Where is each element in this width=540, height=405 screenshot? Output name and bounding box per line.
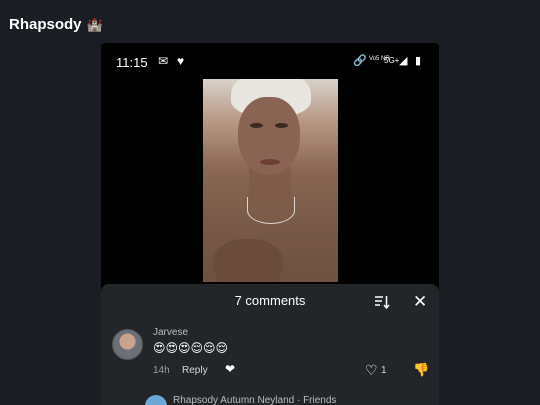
video-frame[interactable] bbox=[203, 79, 338, 282]
comments-sheet: 7 comments ✕ Jarvese 😍😍😍😌😌😌 14h Reply ❤ … bbox=[101, 284, 439, 405]
phone-screenshot[interactable]: 11:15 ✉ ♥ 🔗 Vo5 NR 5G+ ◢ ▮ 7 comments ✕ … bbox=[101, 43, 439, 405]
status-time: 11:15 bbox=[116, 55, 148, 70]
right-eye-shape bbox=[275, 123, 288, 128]
sort-icon[interactable] bbox=[374, 294, 390, 310]
lips-shape bbox=[260, 159, 280, 165]
left-eye-shape bbox=[250, 123, 263, 128]
post-title: Rhapsody 🏰 bbox=[9, 16, 103, 33]
signal-5g-label: 5G+ bbox=[384, 56, 400, 65]
dislike-icon[interactable]: 👎 bbox=[413, 362, 429, 378]
reply-avatar[interactable] bbox=[145, 395, 167, 405]
like-heart-icon[interactable]: ♡ bbox=[365, 362, 378, 379]
avatar[interactable] bbox=[112, 329, 143, 360]
like-count: 1 bbox=[381, 365, 387, 376]
mail-icon: ✉ bbox=[158, 54, 169, 68]
hand-shape bbox=[213, 239, 283, 282]
comment-text: 😍😍😍😌😌😌 bbox=[153, 341, 229, 355]
post-title-text: Rhapsody bbox=[9, 16, 82, 33]
link-icon: 🔗 bbox=[353, 55, 367, 67]
comment-username[interactable]: Jarvese bbox=[153, 327, 188, 338]
status-bar: 11:15 ✉ ♥ 🔗 Vo5 NR 5G+ ◢ ▮ bbox=[101, 43, 439, 81]
notification-icon: ♥ bbox=[177, 54, 185, 68]
comment-timestamp: 14h bbox=[153, 365, 170, 376]
battery-icon: ▮ bbox=[415, 55, 422, 67]
reply-button[interactable]: Reply bbox=[182, 365, 208, 376]
reply-username[interactable]: Rhapsody Autumn Neyland · Friends bbox=[173, 395, 336, 405]
creator-heart-reaction-icon: ❤ bbox=[225, 362, 236, 376]
necklace-shape bbox=[247, 197, 295, 224]
signal-bars-icon: ◢ bbox=[399, 55, 408, 67]
castle-emoji-icon: 🏰 bbox=[86, 16, 103, 32]
close-icon[interactable]: ✕ bbox=[413, 293, 427, 311]
